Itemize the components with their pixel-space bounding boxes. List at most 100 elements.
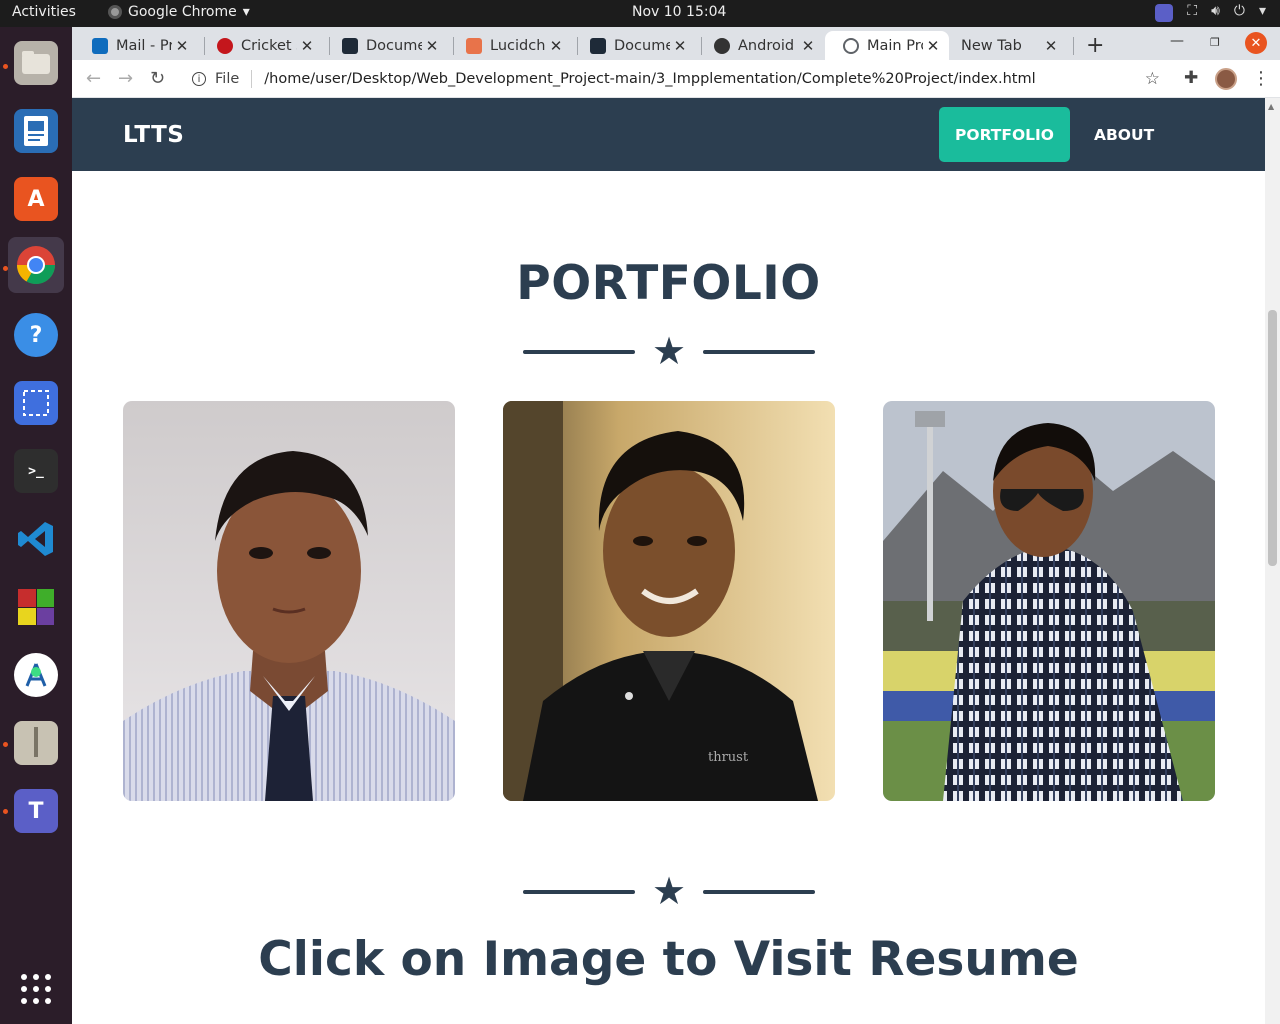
star-icon: ★ <box>651 329 687 373</box>
files-icon <box>14 41 58 85</box>
tab-title: Android <box>738 37 795 54</box>
portfolio-photo-black-polo[interactable]: thrust <box>503 401 835 801</box>
close-icon[interactable]: ✕ <box>546 37 566 55</box>
tab-document-1[interactable]: Documen ✕ <box>324 31 448 60</box>
tab-main-project[interactable]: Main Pro ✕ <box>825 31 949 60</box>
dock-item-archive[interactable] <box>8 715 64 771</box>
close-icon[interactable]: ✕ <box>670 37 690 55</box>
tab-lucidchart[interactable]: Lucidcha ✕ <box>448 31 572 60</box>
info-icon[interactable]: i <box>192 72 206 86</box>
scrollbar-thumb[interactable] <box>1268 310 1277 566</box>
chevron-down-icon[interactable]: ▾ <box>1259 3 1266 21</box>
power-icon[interactable]: ⏻ <box>1234 3 1245 21</box>
tab-document-2[interactable]: Documen ✕ <box>572 31 696 60</box>
extensions-icon[interactable]: ✚ <box>1184 68 1198 88</box>
rubik-cube-icon <box>14 585 58 629</box>
star-divider: ★ <box>523 869 815 913</box>
star-icon: ★ <box>651 869 687 913</box>
vscode-icon <box>14 517 58 561</box>
bookmark-star-icon[interactable]: ☆ <box>1145 69 1160 89</box>
app-menu[interactable]: Google Chrome ▾ <box>108 4 250 20</box>
page-viewport: LTTS PORTFOLIO ABOUT PORTFOLIO ★ thrust … <box>72 98 1265 1024</box>
tab-title: Main Pro <box>867 37 923 54</box>
nav-link-about[interactable]: ABOUT <box>1084 107 1164 162</box>
app-grid-icon <box>14 967 58 1011</box>
tab-android[interactable]: Android ✕ <box>696 31 824 60</box>
tab-mail[interactable]: Mail - Pra ✕ <box>74 31 198 60</box>
portfolio-photo-checked-shirt-stadium[interactable] <box>883 401 1215 801</box>
dock-item-rubik[interactable] <box>8 579 64 635</box>
scroll-up-arrow-icon[interactable]: ▲ <box>1268 102 1274 111</box>
back-button[interactable]: ← <box>86 68 101 89</box>
close-icon[interactable]: ✕ <box>923 37 943 55</box>
dock-item-screenshot[interactable] <box>8 375 64 431</box>
cricket-site-icon <box>217 37 233 54</box>
lucidchart-icon <box>466 37 482 54</box>
close-icon[interactable]: ✕ <box>172 37 192 55</box>
dock-item-terminal[interactable]: >_ <box>8 443 64 499</box>
dock-item-teams[interactable]: T <box>8 783 64 839</box>
outlook-icon <box>92 37 108 54</box>
tab-new-tab[interactable]: New Tab ✕ <box>943 31 1067 60</box>
ubuntu-software-icon: A <box>14 177 58 221</box>
site-brand[interactable]: LTTS <box>123 122 184 148</box>
tab-title: Documen <box>614 37 670 54</box>
help-icon: ? <box>14 313 58 357</box>
minimize-button[interactable]: — <box>1170 33 1184 49</box>
svg-text:thrust: thrust <box>708 750 749 765</box>
system-top-bar: Activities Google Chrome ▾ Nov 10 15:04 … <box>0 0 1280 27</box>
nav-link-portfolio[interactable]: PORTFOLIO <box>939 107 1070 162</box>
tab-title: Lucidcha <box>490 37 546 54</box>
dock-item-software[interactable]: A <box>8 171 64 227</box>
cta-heading: Click on Image to Visit Resume <box>258 932 1079 987</box>
dock-item-vscode[interactable] <box>8 511 64 567</box>
tab-title: Cricket sc <box>241 37 297 54</box>
dock-item-help[interactable]: ? <box>8 307 64 363</box>
dock-item-android-studio[interactable] <box>8 647 64 703</box>
portfolio-heading: PORTFOLIO <box>516 256 821 311</box>
reload-button[interactable]: ↻ <box>150 68 165 89</box>
clock[interactable]: Nov 10 15:04 <box>632 4 726 20</box>
tab-cricket[interactable]: Cricket sc ✕ <box>199 31 323 60</box>
libreoffice-writer-icon <box>14 109 58 153</box>
volume-icon[interactable]: 🔊︎ <box>1211 3 1220 21</box>
teams-tray-icon[interactable] <box>1155 4 1174 22</box>
portfolio-photo-formal-shirt-tie[interactable] <box>123 401 455 801</box>
close-icon[interactable]: ✕ <box>798 37 818 55</box>
system-tray[interactable]: ⛶ 🔊︎ ⏻ ▾ <box>1155 3 1266 22</box>
url-scheme: File <box>215 71 240 87</box>
restore-button[interactable]: ❐ <box>1210 36 1220 49</box>
url-text[interactable]: /home/user/Desktop/Web_Development_Proje… <box>264 71 1035 87</box>
chrome-icon <box>14 243 58 287</box>
dock-item-app-grid[interactable] <box>8 961 64 1017</box>
site-navbar: LTTS PORTFOLIO ABOUT <box>72 98 1265 171</box>
app-menu-label: Google Chrome <box>128 4 237 20</box>
address-bar[interactable]: i File /home/user/Desktop/Web_Developmen… <box>180 65 1166 93</box>
profile-avatar[interactable] <box>1215 68 1237 90</box>
star-divider: ★ <box>523 329 815 373</box>
close-icon[interactable]: ✕ <box>297 37 317 55</box>
new-tab-button[interactable]: + <box>1086 33 1104 58</box>
tab-strip: Mail - Pra ✕ Cricket sc ✕ Documen ✕ Luci… <box>72 27 1280 60</box>
close-icon[interactable]: ✕ <box>1041 37 1061 55</box>
network-icon[interactable]: ⛶ <box>1187 3 1197 21</box>
archive-manager-icon <box>14 721 58 765</box>
dock-item-files[interactable] <box>8 35 64 91</box>
dock-item-writer[interactable] <box>8 103 64 159</box>
dock-item-chrome[interactable] <box>8 237 64 293</box>
terminal-icon: >_ <box>14 449 58 493</box>
teams-icon: T <box>14 789 58 833</box>
page-scrollbar[interactable]: ▲ <box>1265 98 1280 1024</box>
android-studio-icon <box>14 653 58 697</box>
close-icon[interactable]: ✕ <box>422 37 442 55</box>
browser-menu-icon[interactable]: ⋮ <box>1252 68 1270 89</box>
document-icon <box>342 37 358 54</box>
forward-button[interactable]: → <box>118 68 133 89</box>
window-close-button[interactable]: ✕ <box>1245 32 1267 54</box>
tab-title: New Tab <box>961 37 1022 54</box>
activities-button[interactable]: Activities <box>12 4 76 20</box>
github-icon <box>714 37 730 54</box>
tab-title: Mail - Pra <box>116 37 172 54</box>
document-icon <box>590 37 606 54</box>
chevron-down-icon: ▾ <box>242 4 250 20</box>
